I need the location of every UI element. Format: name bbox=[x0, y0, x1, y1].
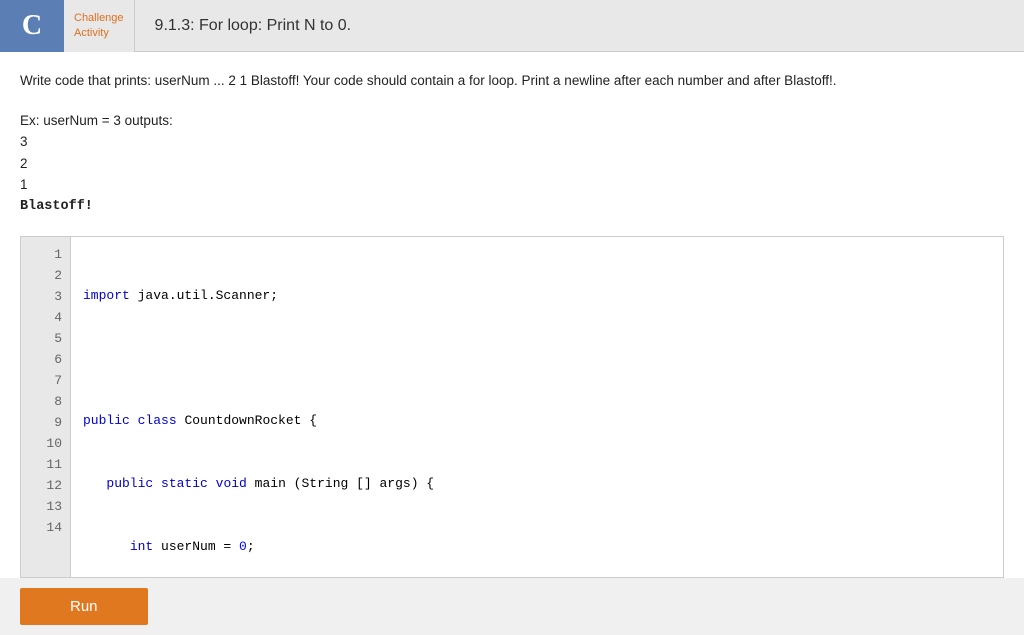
example-line-1: 1 bbox=[20, 174, 1004, 196]
code-line-3: public class CountdownRocket { bbox=[83, 411, 991, 432]
code-line-2 bbox=[83, 349, 991, 370]
challenge-label: Challenge Activity bbox=[64, 0, 135, 52]
challenge-line2: Activity bbox=[74, 26, 124, 40]
code-editor[interactable]: 1 2 3 4 5 6 7 8 9 10 11 12 13 14 import … bbox=[21, 237, 1003, 577]
ln-5: 5 bbox=[21, 329, 70, 350]
code-line-1: import java.util.Scanner; bbox=[83, 286, 991, 307]
problem-description: Write code that prints: userNum ... 2 1 … bbox=[0, 52, 1024, 102]
code-line-4: public static void main (String [] args)… bbox=[83, 474, 991, 495]
header: C Challenge Activity 9.1.3: For loop: Pr… bbox=[0, 0, 1024, 52]
code-content[interactable]: import java.util.Scanner; public class C… bbox=[71, 237, 1003, 577]
ln-13: 13 bbox=[21, 497, 70, 518]
challenge-line1: Challenge bbox=[74, 11, 124, 25]
ln-7: 7 bbox=[21, 371, 70, 392]
code-line-5: int userNum = 0; bbox=[83, 537, 991, 558]
logo: C bbox=[0, 0, 64, 52]
logo-letter: C bbox=[22, 10, 42, 42]
example-output: Ex: userNum = 3 outputs: 3 2 1 Blastoff! bbox=[0, 102, 1024, 236]
ln-2: 2 bbox=[21, 266, 70, 287]
main-content: Write code that prints: userNum ... 2 1 … bbox=[0, 52, 1024, 635]
ln-4: 4 bbox=[21, 308, 70, 329]
example-line-3: 3 bbox=[20, 131, 1004, 153]
ln-12: 12 bbox=[21, 476, 70, 497]
example-line-blastoff: Blastoff! bbox=[20, 196, 1004, 218]
ln-6: 6 bbox=[21, 350, 70, 371]
bottom-bar: Run bbox=[0, 578, 1024, 635]
ln-14: 14 bbox=[21, 518, 70, 539]
code-editor-wrapper: 1 2 3 4 5 6 7 8 9 10 11 12 13 14 import … bbox=[20, 236, 1004, 578]
example-label: Ex: userNum = 3 outputs: bbox=[20, 110, 1004, 132]
ln-1: 1 bbox=[21, 245, 70, 266]
ln-9: 9 bbox=[21, 413, 70, 434]
run-button[interactable]: Run bbox=[20, 588, 148, 625]
ln-10: 10 bbox=[21, 434, 70, 455]
ln-8: 8 bbox=[21, 392, 70, 413]
ln-3: 3 bbox=[21, 287, 70, 308]
ln-11: 11 bbox=[21, 455, 70, 476]
line-numbers: 1 2 3 4 5 6 7 8 9 10 11 12 13 14 bbox=[21, 237, 71, 577]
page-title: 9.1.3: For loop: Print N to 0. bbox=[135, 17, 372, 35]
example-line-2: 2 bbox=[20, 153, 1004, 175]
